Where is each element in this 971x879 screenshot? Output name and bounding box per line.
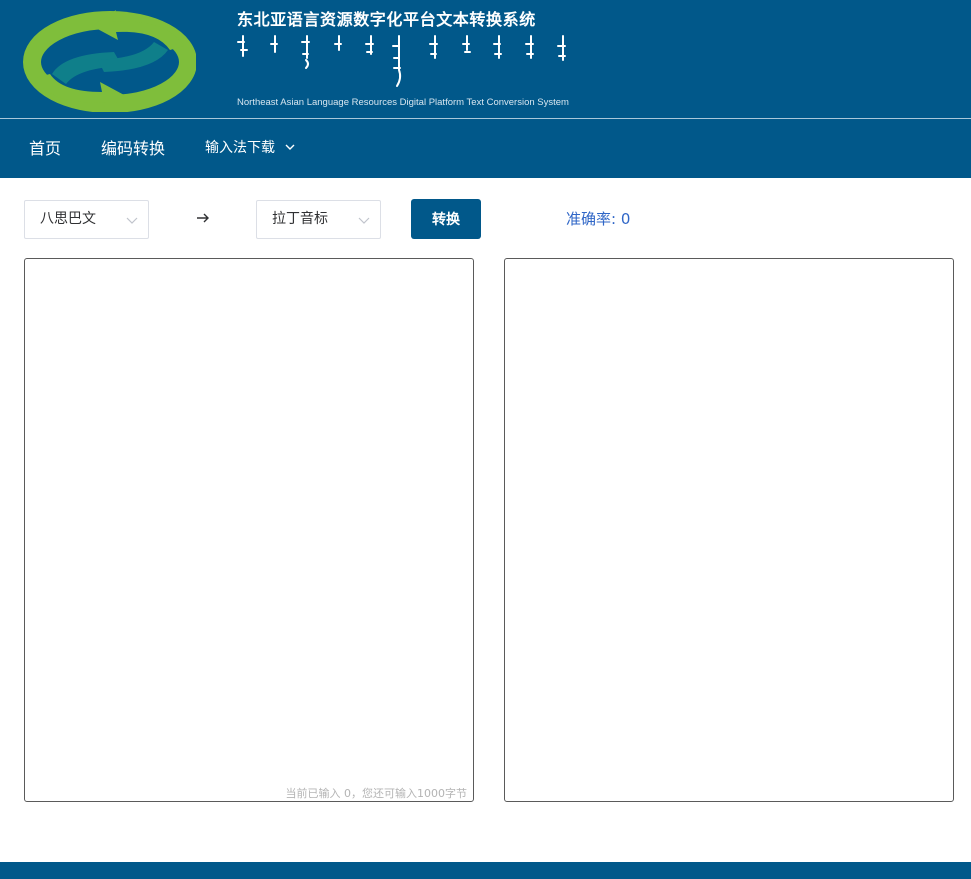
header-banner: 东北亚语言资源数字化平台文本转换系统 Northeast Asian Langu… [0, 0, 971, 118]
source-script-select[interactable]: 八思巴文 [24, 200, 149, 239]
nav-item-label: 首页 [29, 139, 62, 158]
mongolian-script-title [237, 35, 566, 87]
target-script-select[interactable]: 拉丁音标 [256, 200, 381, 239]
nav-item-label: 输入法下载 [205, 140, 275, 156]
chevron-down-icon [285, 144, 295, 150]
nav-item-home[interactable]: 首页 [29, 119, 61, 178]
arrow-right-icon [197, 213, 209, 223]
input-char-counter: 当前已输入 0，您还可输入1000字节 [285, 787, 468, 800]
output-panel [504, 258, 954, 802]
nav-item-label: 编码转换 [101, 139, 166, 158]
footer-bar [0, 862, 971, 879]
logo-recycle-arrows-icon [23, 10, 196, 112]
chevron-down-icon [126, 217, 138, 224]
chevron-down-icon [358, 217, 370, 224]
site-title-en: Northeast Asian Language Resources Digit… [237, 97, 569, 108]
main-navbar: 首页 编码转换 输入法下载 [0, 119, 971, 178]
nav-item-encoding-conversion[interactable]: 编码转换 [101, 119, 165, 178]
source-text-input[interactable] [25, 259, 473, 801]
accuracy-indicator: 准确率: 0 [566, 210, 631, 228]
convert-button[interactable]: 转换 [411, 199, 481, 239]
site-title-cn: 东北亚语言资源数字化平台文本转换系统 [237, 10, 536, 29]
nav-item-input-method-download[interactable]: 输入法下载 [205, 119, 295, 178]
target-script-value: 拉丁音标 [272, 211, 328, 227]
source-script-value: 八思巴文 [40, 211, 96, 227]
input-panel: 当前已输入 0，您还可输入1000字节 [24, 258, 474, 802]
converted-text-output[interactable] [505, 259, 953, 801]
